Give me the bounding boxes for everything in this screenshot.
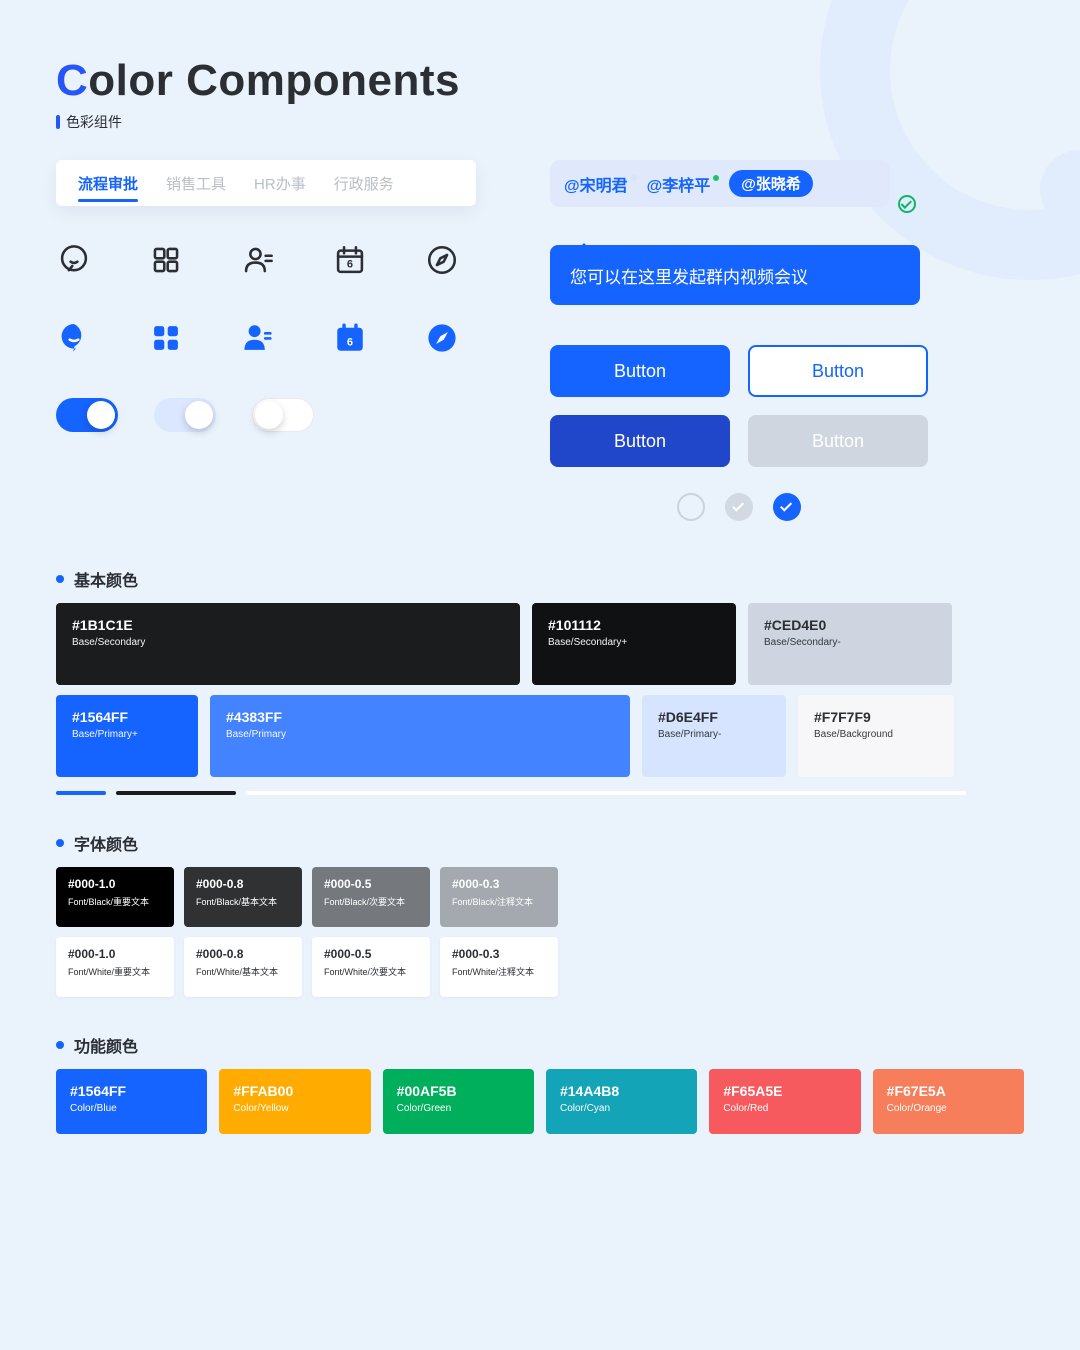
- font-swatch: #000-1.0Font/White/重要文本: [56, 937, 174, 997]
- color-swatch: #CED4E0Base/Secondary-: [748, 603, 952, 685]
- compass-icon[interactable]: [424, 242, 460, 278]
- subtitle-bar-icon: [56, 115, 60, 129]
- font-color-black-row: #000-1.0Font/Black/重要文本#000-0.8Font/Blac…: [56, 867, 1024, 927]
- chat-icon[interactable]: [56, 320, 92, 356]
- functional-color-swatches: #1564FFColor/Blue#FFAB00Color/Yellow#00A…: [56, 1069, 1024, 1134]
- pager-segment: [116, 791, 236, 795]
- tooltip-bubble: 您可以在这里发起群内视频会议: [550, 245, 920, 305]
- dark-button[interactable]: Button: [550, 415, 730, 467]
- basic-color-swatches: #1B1C1EBase/Secondary#101112Base/Seconda…: [56, 603, 1024, 777]
- bullet-icon: [56, 1041, 64, 1049]
- font-swatch: #000-1.0Font/Black/重要文本: [56, 867, 174, 927]
- page-title: Color Components: [56, 56, 1024, 106]
- title-accent-letter: C: [56, 56, 88, 105]
- tab-sales[interactable]: 销售工具: [166, 161, 226, 206]
- radio-blue-check[interactable]: [773, 493, 801, 521]
- button-grid: Button Button Button Button: [550, 345, 1024, 467]
- icon-grid: 6 6: [56, 242, 480, 356]
- color-swatch: #1564FFBase/Primary+: [56, 695, 198, 777]
- toggle-on-light[interactable]: [154, 398, 216, 432]
- color-swatch: #101112Base/Secondary+: [532, 603, 736, 685]
- section-functional-colors: 功能颜色: [56, 1033, 1024, 1057]
- tab-hr[interactable]: HR办事: [254, 161, 306, 206]
- tab-admin[interactable]: 行政服务: [334, 161, 394, 206]
- tab-approval[interactable]: 流程审批: [78, 161, 138, 206]
- status-dot-icon: [713, 175, 719, 181]
- primary-button[interactable]: Button: [550, 345, 730, 397]
- mention-chip[interactable]: @宋明君: [564, 172, 637, 196]
- font-swatch: #000-0.8Font/White/基本文本: [184, 937, 302, 997]
- tabs-card: 流程审批 销售工具 HR办事 行政服务: [56, 160, 476, 206]
- page-subtitle: 色彩组件: [56, 112, 1024, 132]
- user-icon[interactable]: [240, 320, 276, 356]
- outline-button[interactable]: Button: [748, 345, 928, 397]
- pager-bars: [56, 791, 1024, 795]
- font-swatch: #000-0.5Font/Black/次要文本: [312, 867, 430, 927]
- functional-swatch: #14A4B8Color/Cyan: [546, 1069, 697, 1134]
- functional-swatch: #1564FFColor/Blue: [56, 1069, 207, 1134]
- radio-empty[interactable]: [677, 493, 705, 521]
- calendar-icon[interactable]: 6: [332, 320, 368, 356]
- user-icon[interactable]: [240, 242, 276, 278]
- toggle-off[interactable]: [252, 398, 314, 432]
- radio-grey-check[interactable]: [725, 493, 753, 521]
- check-circle-icon: [898, 195, 916, 213]
- pager-segment: [246, 791, 966, 795]
- bullet-icon: [56, 575, 64, 583]
- disabled-button: Button: [748, 415, 928, 467]
- font-swatch: #000-0.3Font/Black/注释文本: [440, 867, 558, 927]
- bullet-icon: [56, 839, 64, 847]
- color-swatch: #1B1C1EBase/Secondary: [56, 603, 520, 685]
- mention-pill[interactable]: @张晓希: [729, 170, 813, 197]
- chat-icon[interactable]: [56, 242, 92, 278]
- toggle-row: [56, 398, 480, 432]
- mention-chip[interactable]: @李梓平: [647, 172, 720, 196]
- functional-swatch: #F67E5AColor/Orange: [873, 1069, 1024, 1134]
- grid-icon[interactable]: [148, 320, 184, 356]
- color-swatch: #D6E4FFBase/Primary-: [642, 695, 786, 777]
- font-swatch: #000-0.8Font/Black/基本文本: [184, 867, 302, 927]
- functional-swatch: #F65A5EColor/Red: [709, 1069, 860, 1134]
- svg-text:6: 6: [347, 259, 353, 271]
- color-swatch: #4383FFBase/Primary: [210, 695, 630, 777]
- radio-row: [550, 493, 928, 521]
- section-font-colors: 字体颜色: [56, 831, 1024, 855]
- functional-swatch: #00AF5BColor/Green: [383, 1069, 534, 1134]
- color-swatch: #F7F7F9Base/Background: [798, 695, 954, 777]
- section-basic-colors: 基本颜色: [56, 567, 1024, 591]
- mention-bar: @宋明君 @李梓平 @张晓希: [550, 160, 890, 207]
- status-dot-icon: [631, 175, 637, 181]
- pager-segment: [56, 791, 106, 795]
- toggle-on[interactable]: [56, 398, 118, 432]
- font-swatch: #000-0.3Font/White/注释文本: [440, 937, 558, 997]
- font-swatch: #000-0.5Font/White/次要文本: [312, 937, 430, 997]
- svg-text:6: 6: [347, 337, 353, 349]
- calendar-icon[interactable]: 6: [332, 242, 368, 278]
- grid-icon[interactable]: [148, 242, 184, 278]
- font-color-white-row: #000-1.0Font/White/重要文本#000-0.8Font/Whit…: [56, 937, 1024, 997]
- compass-icon[interactable]: [424, 320, 460, 356]
- functional-swatch: #FFAB00Color/Yellow: [219, 1069, 370, 1134]
